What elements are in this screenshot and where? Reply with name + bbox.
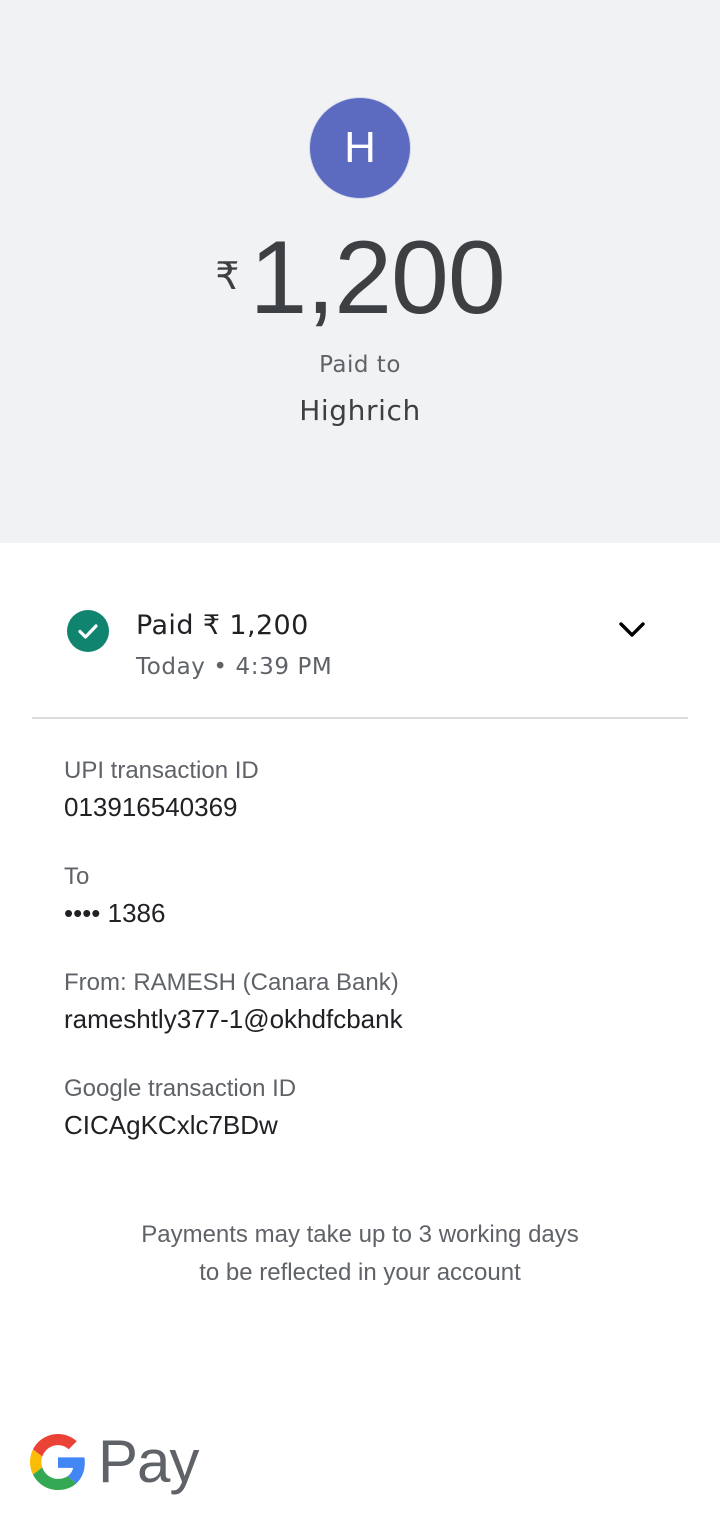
payment-header: H ₹ 1,200 Paid to Highrich	[0, 0, 720, 543]
status-title: Paid ₹ 1,200	[136, 610, 309, 641]
processing-note-line1: Payments may take up to 3 working days	[141, 1221, 579, 1248]
check-circle-icon	[67, 610, 109, 652]
processing-note: Payments may take up to 3 working days t…	[0, 1216, 720, 1292]
status-timestamp: Today • 4:39 PM	[136, 654, 333, 680]
payment-status-row[interactable]: Paid ₹ 1,200 Today • 4:39 PM	[0, 600, 720, 700]
avatar-initial: H	[344, 123, 376, 172]
recipient-account: To •••• 1386	[64, 862, 165, 930]
recipient-account-value: •••• 1386	[64, 898, 166, 928]
sender-label: From: RAMESH (Canara Bank)	[64, 969, 399, 996]
upi-transaction-id-value[interactable]: 013916540369	[64, 790, 259, 824]
currency-symbol: ₹	[215, 256, 240, 298]
payment-amount: 1,200	[249, 220, 505, 336]
upi-transaction-id: UPI transaction ID 013916540369	[64, 756, 259, 824]
google-transaction-id-label: Google transaction ID	[64, 1075, 297, 1102]
upi-transaction-id-label: UPI transaction ID	[64, 757, 259, 784]
avatar: H	[309, 97, 411, 199]
divider	[32, 717, 688, 719]
sender-account: From: RAMESH (Canara Bank) rameshtly377-…	[64, 968, 403, 1036]
google-g-icon	[30, 1434, 85, 1490]
paid-to-label: Paid to	[319, 352, 401, 378]
recipient-label: To	[64, 863, 90, 890]
chevron-down-icon[interactable]	[612, 614, 652, 646]
google-transaction-id-value[interactable]: CICAgKCxlc7BDw	[64, 1108, 296, 1142]
processing-note-line2: to be reflected in your account	[199, 1259, 521, 1286]
google-pay-logo: Pay	[30, 1428, 199, 1495]
google-transaction-id: Google transaction ID CICAgKCxlc7BDw	[64, 1074, 296, 1142]
payee-name: Highrich	[299, 394, 421, 427]
sender-upi-id[interactable]: rameshtly377-1@okhdfcbank	[64, 1002, 403, 1036]
amount-display: ₹ 1,200	[0, 222, 720, 334]
pay-wordmark: Pay	[98, 1428, 199, 1495]
